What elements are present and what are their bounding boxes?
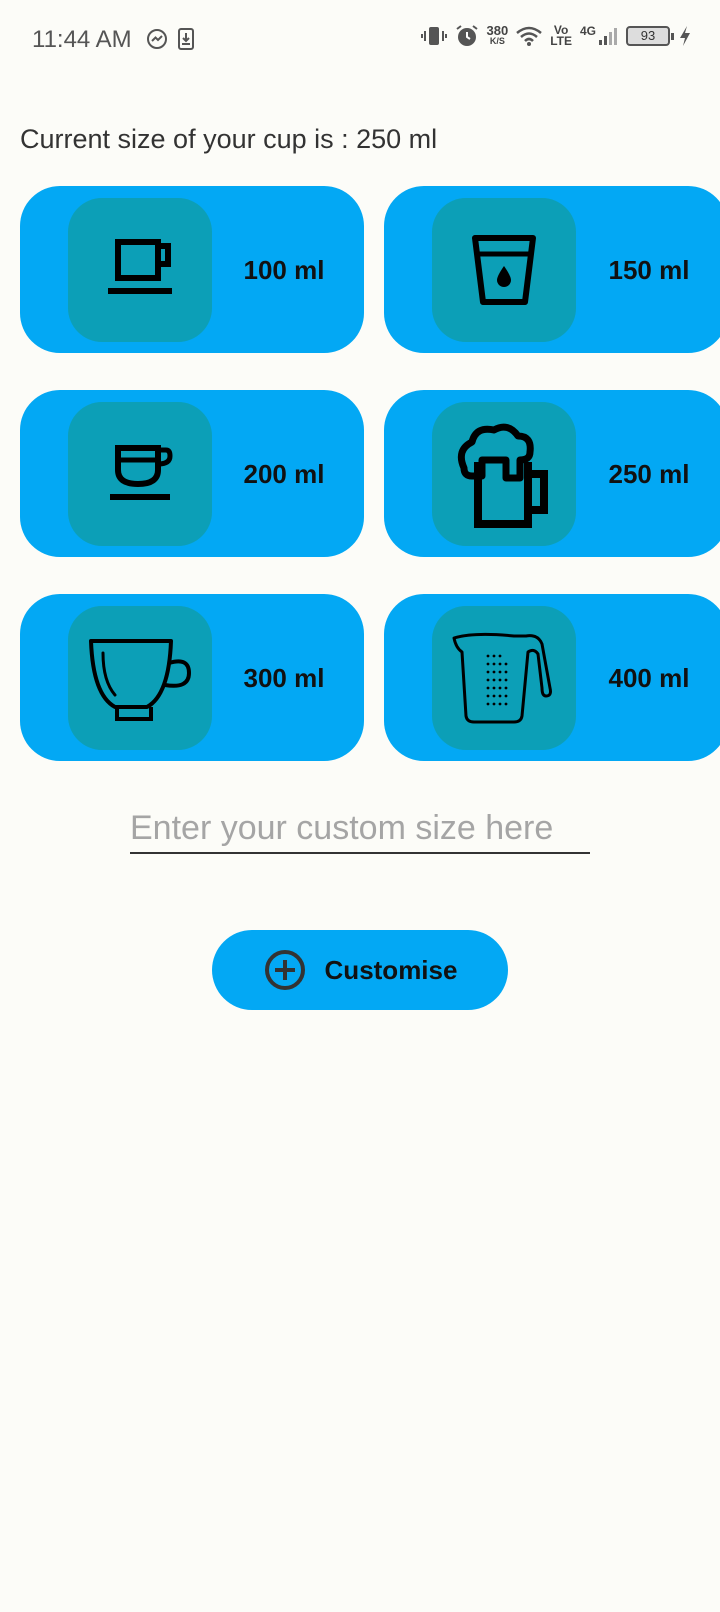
customise-button-label: Customise — [324, 954, 458, 985]
volte-bottom: LTE — [550, 34, 572, 48]
cup-label: 400 ml — [608, 662, 690, 693]
cup-option-250[interactable]: 250 ml — [384, 390, 720, 557]
cup-option-400[interactable]: 400 ml — [384, 594, 720, 761]
volte-indicator: Vo LTE — [550, 24, 572, 48]
cup-icon-box — [432, 402, 576, 546]
alarm-icon — [455, 25, 478, 46]
add-circle-icon — [264, 950, 305, 990]
tea-cup-icon — [89, 639, 192, 721]
water-glass-icon — [472, 235, 536, 305]
cup-option-200[interactable]: 200 ml — [20, 390, 364, 557]
messenger-icon — [147, 29, 167, 49]
battery-indicator: 93 — [626, 26, 674, 46]
cup-label: 250 ml — [608, 458, 690, 489]
system-icons: 380 K/S Vo LTE 4G 93 — [420, 23, 693, 48]
download-icon — [178, 28, 194, 50]
current-size-text: Current size of your cup is : 250 ml — [20, 124, 438, 154]
customise-button[interactable]: Customise — [212, 930, 508, 1010]
notification-icons — [146, 28, 194, 50]
network-speed: 380 K/S — [486, 23, 509, 47]
wifi-icon — [516, 26, 543, 46]
cup-label: 100 ml — [243, 254, 325, 285]
measuring-jug-icon — [452, 632, 552, 724]
cup-option-300[interactable]: 300 ml — [20, 594, 364, 761]
status-time: 11:44 AM — [32, 26, 132, 53]
cup-icon-box — [68, 402, 212, 546]
coffee-cup-saucer-icon — [108, 239, 172, 294]
charging-icon — [680, 26, 690, 46]
custom-size-input[interactable] — [130, 804, 590, 854]
network-type: 4G — [579, 24, 596, 38]
cup-option-100[interactable]: 100 ml — [20, 186, 364, 353]
signal-icon — [599, 28, 617, 45]
cup-label: 300 ml — [243, 662, 325, 693]
cup-icon-box — [432, 198, 576, 342]
cup-label: 150 ml — [608, 254, 690, 285]
cup-icon-box — [432, 606, 576, 750]
cup-label: 200 ml — [243, 458, 325, 489]
beer-mug-icon — [457, 423, 548, 528]
espresso-cup-icon — [110, 445, 173, 500]
cup-option-150[interactable]: 150 ml — [384, 186, 720, 353]
signal: 4G — [579, 24, 618, 46]
vibrate-icon — [420, 27, 447, 45]
speed-value: 380 — [486, 23, 509, 38]
status-bar: 11:44 AM 380 K/S Vo LTE 4G 93 — [0, 0, 720, 80]
cup-icon-box — [68, 606, 212, 750]
cup-icon-box — [68, 198, 212, 342]
